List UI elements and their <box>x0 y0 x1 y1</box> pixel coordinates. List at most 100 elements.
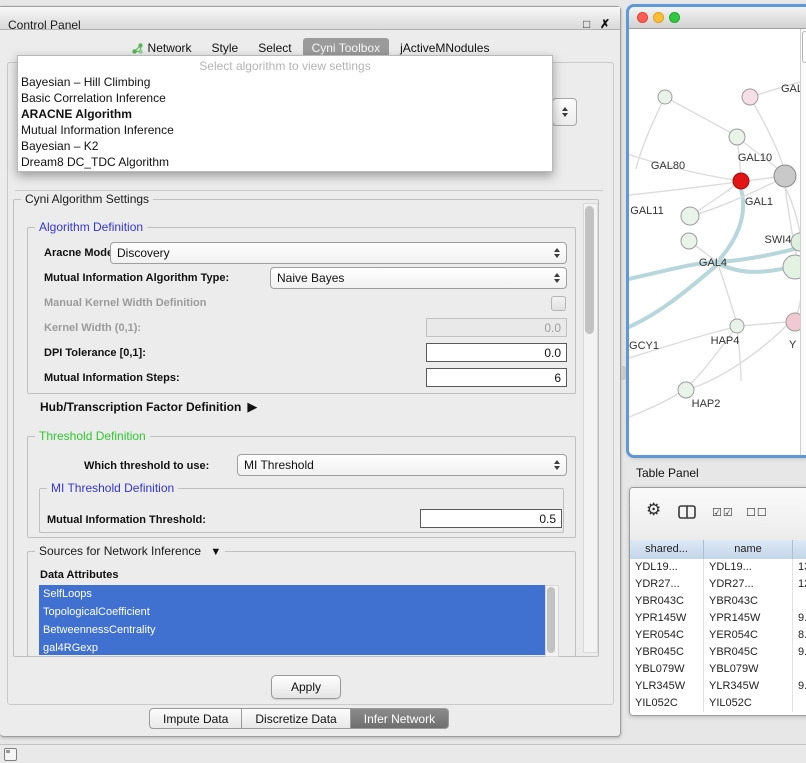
data-attribute-item[interactable]: SelfLoops <box>39 585 545 603</box>
algorithm-option[interactable]: Mutual Information Inference <box>18 122 552 138</box>
table-cell[interactable]: YDL19... <box>630 559 704 576</box>
sources-title: Sources for Network Inference <box>39 544 201 558</box>
float-window-icon[interactable]: □ <box>583 17 590 31</box>
network-view-window: GALGAL80GAL10GAL11GAL1SWI4GAL4GCY1HAP4YH… <box>629 7 806 455</box>
table-toolbar: ⚙ ☑☑ ☐☐ <box>630 488 806 541</box>
table-cell[interactable]: YBR045C <box>630 644 704 661</box>
mi-threshold-input[interactable] <box>420 509 562 528</box>
table-cell[interactable]: YPR145W <box>704 610 793 627</box>
algorithm-combobox-fragment[interactable] <box>552 98 577 126</box>
dpi-tolerance-input[interactable] <box>426 343 567 362</box>
table-cell[interactable]: 9. <box>793 644 806 661</box>
table-cell[interactable]: YBL079W <box>704 661 793 678</box>
network-node[interactable] <box>730 319 744 333</box>
network-node[interactable] <box>658 90 672 104</box>
table-body: YDL19...YDL19...13YDR27...YDR27...12YBR0… <box>630 559 806 715</box>
data-attributes-list[interactable]: SelfLoopsTopologicalCoefficientBetweenne… <box>39 585 545 655</box>
splitter-handle[interactable] <box>621 366 626 380</box>
table-cell[interactable]: YPR145W <box>630 610 704 627</box>
combo-arrows-icon <box>554 460 560 470</box>
columns-icon[interactable] <box>678 505 696 524</box>
algorithm-option[interactable]: Basic Correlation Inference <box>18 90 552 106</box>
network-graph: GALGAL80GAL10GAL11GAL1SWI4GAL4GCY1HAP4YH… <box>629 29 806 455</box>
aracne-mode-value: Discovery <box>117 246 170 260</box>
data-attribute-item[interactable]: TopologicalCoefficient <box>39 603 545 621</box>
network-node[interactable] <box>678 382 694 398</box>
attributes-scrollbar-thumb[interactable] <box>547 587 555 653</box>
table-cell[interactable]: YIL052C <box>630 695 704 712</box>
table-cell[interactable]: YIL052C <box>704 695 793 712</box>
table-cell[interactable]: 9. <box>793 678 806 695</box>
table-cell[interactable] <box>793 593 806 610</box>
mi-threshold-group-title: MI Threshold Definition <box>47 481 178 495</box>
tab-infer-network[interactable]: Infer Network <box>351 708 449 729</box>
table-cell[interactable]: YDL19... <box>704 559 793 576</box>
table-cell[interactable]: YBR043C <box>630 593 704 610</box>
network-scrollbar-thumb[interactable] <box>802 31 806 63</box>
table-cell[interactable] <box>793 661 806 678</box>
table-cell[interactable]: YLR345W <box>630 678 704 695</box>
table-cell[interactable]: YER054C <box>630 627 704 644</box>
unchecked-boxes-icon[interactable]: ☐☐ <box>746 506 768 519</box>
table-cell[interactable]: 13 <box>793 559 806 576</box>
combo-arrows-icon <box>554 273 560 283</box>
settings-scrollbar[interactable] <box>583 203 598 653</box>
table-cell[interactable]: YBL079W <box>630 661 704 678</box>
sources-section-header[interactable]: Sources for Network Inference ▼ <box>35 544 225 559</box>
network-node[interactable] <box>733 173 749 189</box>
table-cell[interactable] <box>793 695 806 712</box>
column-header[interactable] <box>793 540 806 559</box>
table-cell[interactable]: YLR345W <box>704 678 793 695</box>
gear-icon[interactable]: ⚙ <box>646 500 661 520</box>
columns-glyph <box>678 505 696 519</box>
table-cell[interactable]: 12 <box>793 576 806 593</box>
algorithm-option[interactable]: Dream8 DC_TDC Algorithm <box>18 154 552 170</box>
algorithm-option[interactable]: ARACNE Algorithm <box>18 106 552 122</box>
network-node[interactable] <box>742 89 758 105</box>
manual-kernel-checkbox[interactable] <box>551 296 566 311</box>
algorithm-option[interactable]: Bayesian – Hill Climbing <box>18 74 552 90</box>
aracne-mode-select[interactable]: Discovery <box>110 242 567 264</box>
network-scrollbar[interactable] <box>800 29 806 455</box>
tab-discretize-data[interactable]: Discretize Data <box>242 708 350 729</box>
column-header[interactable]: name <box>704 540 793 559</box>
network-edge <box>629 393 679 421</box>
manual-kernel-label: Manual Kernel Width Definition <box>44 296 206 310</box>
data-attribute-item[interactable]: gal4RGexp <box>39 639 545 655</box>
hub-section-header[interactable]: Hub/Transcription Factor Definition ▶ <box>40 399 257 415</box>
column-header[interactable]: shared... <box>630 540 704 559</box>
tab-label: Style <box>212 41 239 55</box>
table-cell[interactable]: YBR045C <box>704 644 793 661</box>
table-cell[interactable]: YER054C <box>704 627 793 644</box>
algorithm-option[interactable]: Bayesian – K2 <box>18 138 552 154</box>
minimize-traffic-light-icon[interactable] <box>653 12 664 23</box>
table-cell[interactable]: 8. <box>793 627 806 644</box>
network-node[interactable] <box>774 165 796 187</box>
which-threshold-select[interactable]: MI Threshold <box>237 454 567 476</box>
checked-boxes-icon[interactable]: ☑☑ <box>712 506 734 519</box>
table-cell[interactable]: YBR043C <box>704 593 793 610</box>
table-cell[interactable]: YDR27... <box>704 576 793 593</box>
minimized-panel-icon[interactable] <box>4 748 17 761</box>
network-node[interactable] <box>681 207 699 225</box>
network-node[interactable] <box>681 233 697 249</box>
table-cell[interactable]: 9. <box>793 610 806 627</box>
control-panel-titlebar: Control Panel □ ✗ <box>0 7 620 30</box>
network-canvas[interactable]: GALGAL80GAL10GAL11GAL1SWI4GAL4GCY1HAP4YH… <box>629 29 806 455</box>
algorithm-options-list: Bayesian – Hill ClimbingBasic Correlatio… <box>18 74 552 170</box>
kernel-width-input[interactable] <box>426 318 567 337</box>
close-traffic-light-icon[interactable] <box>637 12 648 23</box>
tab-impute-data[interactable]: Impute Data <box>149 708 242 729</box>
which-threshold-value: MI Threshold <box>244 458 314 472</box>
close-icon[interactable]: ✗ <box>600 17 610 31</box>
mi-steps-input[interactable] <box>426 368 567 387</box>
settings-scrollbar-thumb[interactable] <box>585 206 594 334</box>
attributes-scrollbar[interactable] <box>545 585 559 657</box>
mi-algorithm-type-select[interactable]: Naive Bayes <box>270 267 567 289</box>
table-cell[interactable]: YDR27... <box>630 576 704 593</box>
data-attribute-item[interactable]: BetweennessCentrality <box>39 621 545 639</box>
zoom-traffic-light-icon[interactable] <box>669 12 680 23</box>
tab-label: Network <box>148 41 192 55</box>
network-node[interactable] <box>729 129 745 145</box>
apply-button[interactable]: Apply <box>271 675 341 699</box>
